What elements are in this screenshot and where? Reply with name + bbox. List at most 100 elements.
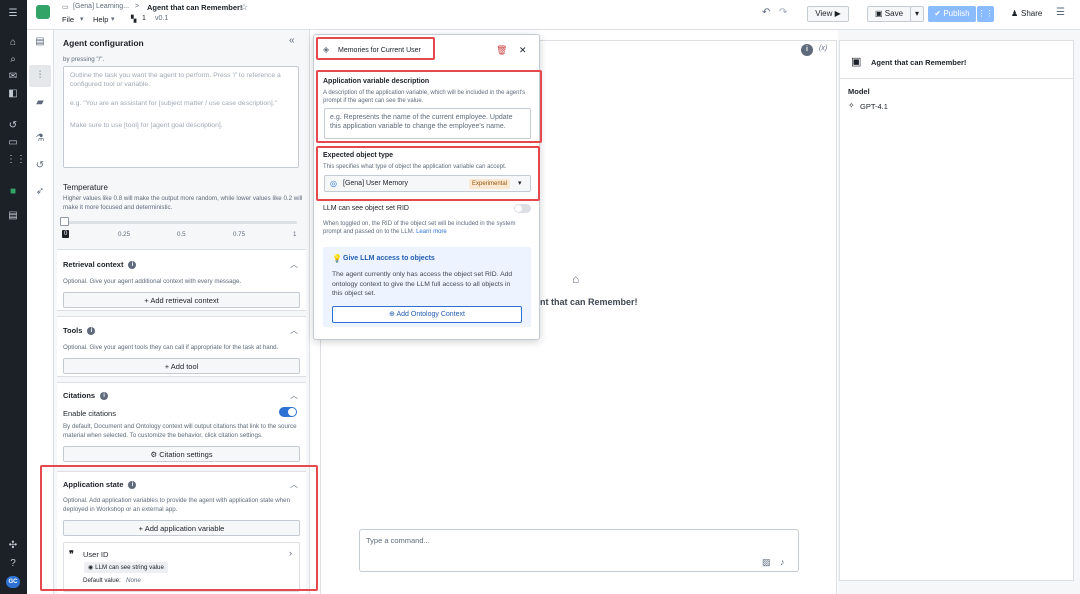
tools-card: Tools i ︿ Optional. Give your agent tools…: [57, 316, 306, 377]
application-state-card: Application state i ︿ Optional. Add appli…: [57, 471, 306, 594]
history-icon[interactable]: ↺: [6, 120, 20, 132]
variables-icon[interactable]: (x): [819, 45, 827, 52]
add-ontology-context-button[interactable]: ⊕ Add Ontology Context: [332, 306, 522, 323]
count-label: 1: [142, 15, 146, 22]
eye-icon: ◉: [88, 564, 94, 571]
version-label: v0.1: [155, 15, 169, 22]
close-icon[interactable]: ✕: [519, 45, 527, 56]
menu-icon[interactable]: ☰: [6, 8, 20, 20]
chevron-up-icon[interactable]: ︿: [290, 390, 298, 401]
rid-toggle[interactable]: [514, 204, 531, 213]
chat-icon[interactable]: ▰: [33, 97, 47, 109]
folder-icon[interactable]: ▭: [6, 137, 20, 149]
flask-icon[interactable]: ⚗: [33, 133, 47, 145]
breadcrumb-parent[interactable]: [Gena] Learning...: [73, 3, 129, 10]
file-menu[interactable]: File: [62, 15, 74, 24]
publish-settings-button[interactable]: ⋮⋮: [977, 6, 994, 22]
info-icon[interactable]: i: [128, 481, 137, 490]
view-button[interactable]: View ▶: [807, 6, 849, 22]
object-type-icon: ◎: [330, 179, 337, 188]
add-retrieval-context-label: Add retrieval context: [150, 296, 219, 305]
object-type-value: [Gena] User Memory: [343, 180, 408, 187]
image-icon[interactable]: ▨: [762, 557, 771, 568]
add-tool-label: Add tool: [170, 362, 199, 371]
apps-icon[interactable]: ◧: [6, 88, 20, 100]
top-bar: ▭ [Gena] Learning... > Agent that can Re…: [27, 0, 1080, 30]
toggle-knob: [288, 408, 296, 416]
chevron-up-icon[interactable]: ︿: [290, 479, 298, 490]
list-icon[interactable]: ☰: [1056, 7, 1065, 18]
agent-details-panel: ▣ Agent that can Remember! Model ✧ GPT-4…: [839, 40, 1074, 581]
experimental-badge: Experimental: [469, 179, 511, 189]
history-icon[interactable]: ↺: [33, 160, 47, 172]
object-type-select[interactable]: ◎ [Gena] User Memory Experimental ▾: [324, 175, 531, 192]
citations-title: Citations i: [63, 391, 109, 401]
page-title: Agent that can Remember!: [147, 3, 243, 12]
info-icon[interactable]: i: [128, 261, 137, 270]
chevron-up-icon[interactable]: ︿: [290, 325, 298, 336]
learn-more-link[interactable]: Learn more: [416, 229, 447, 235]
add-application-variable-button[interactable]: + Add application variable: [63, 520, 300, 536]
chevron-down-icon[interactable]: ▾: [80, 15, 84, 23]
command-placeholder: Type a command...: [366, 536, 430, 545]
toggle-knob: [515, 205, 522, 212]
object-type-label: Expected object type: [323, 152, 394, 159]
collapse-icon[interactable]: «: [289, 35, 295, 46]
notifications-icon[interactable]: ✉: [6, 71, 20, 83]
save-button[interactable]: ▣ Save: [867, 6, 911, 22]
citation-settings-label: Citation settings: [159, 450, 213, 459]
tick-label: 0.25: [118, 231, 131, 238]
info-icon[interactable]: i: [801, 44, 813, 56]
add-ontology-context-label: Add Ontology Context: [396, 311, 465, 318]
llm-visibility-tag: ◉ LLM can see string value: [84, 562, 168, 573]
citation-settings-button[interactable]: ⚙ Citation settings: [63, 446, 300, 462]
search-icon[interactable]: ⌕: [6, 54, 20, 66]
cube-icon: ◈: [323, 45, 330, 54]
agent-app-icon[interactable]: ■: [6, 186, 20, 198]
publish-button[interactable]: ✔ Publish: [928, 6, 976, 22]
microphone-icon[interactable]: ♪: [780, 557, 785, 567]
temperature-slider-handle[interactable]: [60, 217, 69, 226]
system-prompt-textarea[interactable]: Outline the task you want the agent to p…: [63, 66, 299, 168]
add-retrieval-context-button[interactable]: + Add retrieval context: [63, 292, 300, 308]
help-icon[interactable]: ?: [6, 558, 20, 570]
rid-help: When toggled on, the RID of the object s…: [323, 221, 516, 235]
gear-icon: ⚙: [150, 450, 158, 459]
description-label: Application variable description: [323, 78, 430, 85]
variable-name: User ID: [83, 550, 109, 559]
info-icon[interactable]: i: [87, 327, 96, 336]
play-icon: ▶: [834, 9, 841, 18]
command-input[interactable]: Type a command... ▨ ♪: [359, 529, 799, 572]
redo-icon[interactable]: ↷: [779, 7, 787, 18]
pressing-hint: by pressing "/".: [63, 56, 105, 63]
application-variable-item[interactable]: ❞ User ID › ◉ LLM can see string value D…: [63, 542, 300, 592]
workspace-icon[interactable]: ✣: [6, 540, 20, 552]
chevron-down-icon[interactable]: ▾: [111, 15, 115, 23]
share-button[interactable]: Share: [1021, 9, 1042, 18]
user-avatar[interactable]: GC: [6, 576, 20, 588]
info-icon[interactable]: i: [100, 392, 109, 401]
trash-icon[interactable]: 🗑: [496, 45, 507, 56]
rocket-icon[interactable]: ➶: [33, 186, 47, 198]
enable-citations-toggle[interactable]: [279, 407, 297, 417]
tools-title: Tools i: [63, 326, 96, 336]
chevron-right-icon[interactable]: ›: [289, 548, 292, 558]
temperature-slider[interactable]: [64, 221, 297, 224]
add-tool-button[interactable]: + Add tool: [63, 358, 300, 374]
undo-icon[interactable]: ↶: [762, 7, 770, 18]
sliders-icon[interactable]: ⫶: [33, 70, 47, 82]
chevron-down-icon[interactable]: ▾: [518, 179, 522, 187]
overview-icon[interactable]: ▤: [33, 36, 47, 48]
agent-name-heading: nt that can Remember!: [540, 297, 638, 307]
files-icon[interactable]: ▤: [6, 210, 20, 222]
details-title: Agent that can Remember!: [871, 58, 967, 67]
grid-icon[interactable]: ⋮⋮: [6, 154, 26, 166]
plus-circle-icon: ⊕: [389, 311, 395, 318]
check-icon: ✔: [934, 9, 942, 18]
chevron-up-icon[interactable]: ︿: [290, 259, 298, 270]
help-menu[interactable]: Help: [93, 15, 108, 24]
home-icon[interactable]: ⌂: [6, 37, 20, 49]
save-options-button[interactable]: ▾: [910, 6, 924, 22]
star-icon[interactable]: ☆: [240, 2, 248, 13]
description-textarea[interactable]: e.g. Represents the name of the current …: [324, 108, 531, 139]
